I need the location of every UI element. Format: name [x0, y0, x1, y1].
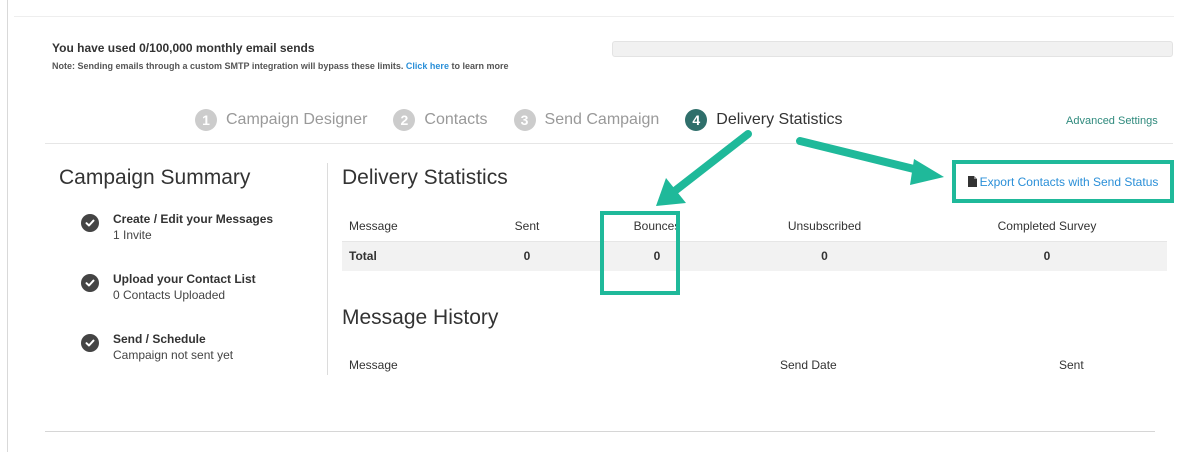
advanced-settings-link[interactable]: Advanced Settings: [1066, 115, 1158, 127]
usage-note-suffix: to learn more: [451, 61, 509, 71]
column-header-unsubscribed: Unsubscribed: [787, 218, 862, 233]
table-row-total: Total 0 0 0 0: [342, 241, 1167, 271]
summary-item-title: Send / Schedule: [113, 332, 206, 346]
document-icon: [967, 176, 977, 187]
total-completed-survey: 0: [1043, 249, 1051, 264]
arrow-to-export: [796, 137, 944, 185]
campaign-steps: 1 Campaign Designer 2 Contacts 3 Send Ca…: [195, 107, 869, 133]
delivery-statistics-title: Delivery Statistics: [342, 166, 508, 189]
check-circle-icon: [81, 214, 99, 232]
history-column-sent: Sent: [1059, 358, 1084, 372]
usage-note: Note: Sending emails through a custom SM…: [52, 61, 508, 71]
column-header-message: Message: [349, 218, 398, 233]
check-circle-icon: [81, 274, 99, 292]
column-header-sent: Sent: [514, 218, 540, 233]
step-label: Contacts: [424, 111, 488, 128]
summary-item-subtitle: 1 Invite: [113, 228, 152, 242]
delivery-stats-table: Message Sent Bounces Unsubscribed Comple…: [342, 211, 1167, 271]
step-label: Delivery Statistics: [716, 111, 843, 128]
table-header-row: Message Sent Bounces Unsubscribed Comple…: [342, 211, 1167, 241]
usage-note-text: Note: Sending emails through a custom SM…: [52, 61, 404, 71]
step-campaign-designer[interactable]: 1 Campaign Designer: [195, 109, 367, 131]
summary-item-schedule: Send / Schedule Campaign not sent yet: [81, 332, 233, 362]
learn-more-link[interactable]: Click here: [406, 61, 449, 71]
campaign-summary-title: Campaign Summary: [59, 166, 251, 189]
usage-title: You have used 0/100,000 monthly email se…: [52, 41, 315, 55]
steps-divider: [45, 143, 1173, 144]
step-number-badge: 4: [685, 109, 708, 131]
step-contacts[interactable]: 2 Contacts: [393, 109, 488, 131]
step-send-campaign[interactable]: 3 Send Campaign: [513, 109, 660, 131]
bottom-border: [45, 431, 1155, 432]
top-border: [14, 16, 1174, 17]
arrow-to-bounces: [656, 130, 752, 206]
summary-item-subtitle: Campaign not sent yet: [113, 348, 234, 362]
total-unsubscribed: 0: [821, 249, 828, 264]
summary-item-title: Create / Edit your Messages: [113, 212, 274, 226]
message-history-title: Message History: [342, 306, 499, 329]
left-border: [7, 0, 8, 452]
check-circle-icon: [81, 334, 99, 352]
bounces-highlight-box: [600, 211, 680, 295]
history-column-send-date: Send Date: [780, 358, 837, 372]
export-contacts-label: Export Contacts with Send Status: [979, 174, 1159, 189]
total-sent: 0: [523, 249, 531, 264]
export-contacts-link[interactable]: Export Contacts with Send Status: [967, 174, 1159, 189]
history-column-message: Message: [349, 358, 398, 372]
step-delivery-statistics[interactable]: 4 Delivery Statistics: [685, 109, 843, 131]
summary-item-messages: Create / Edit your Messages 1 Invite: [81, 212, 273, 242]
summary-item-contacts: Upload your Contact List 0 Contacts Uplo…: [81, 272, 256, 302]
total-label: Total: [349, 249, 377, 264]
summary-item-subtitle: 0 Contacts Uploaded: [113, 288, 226, 302]
step-label: Send Campaign: [544, 111, 660, 128]
step-number-badge: 2: [393, 109, 416, 131]
usage-progress-bar: [612, 41, 1173, 57]
step-number-badge: 3: [513, 109, 536, 131]
step-label: Campaign Designer: [226, 111, 368, 128]
summary-item-title: Upload your Contact List: [113, 272, 256, 286]
column-divider: [327, 163, 328, 375]
export-highlight-box: Export Contacts with Send Status: [952, 160, 1174, 203]
column-header-completed-survey: Completed Survey: [997, 218, 1097, 233]
step-number-badge: 1: [195, 109, 217, 131]
